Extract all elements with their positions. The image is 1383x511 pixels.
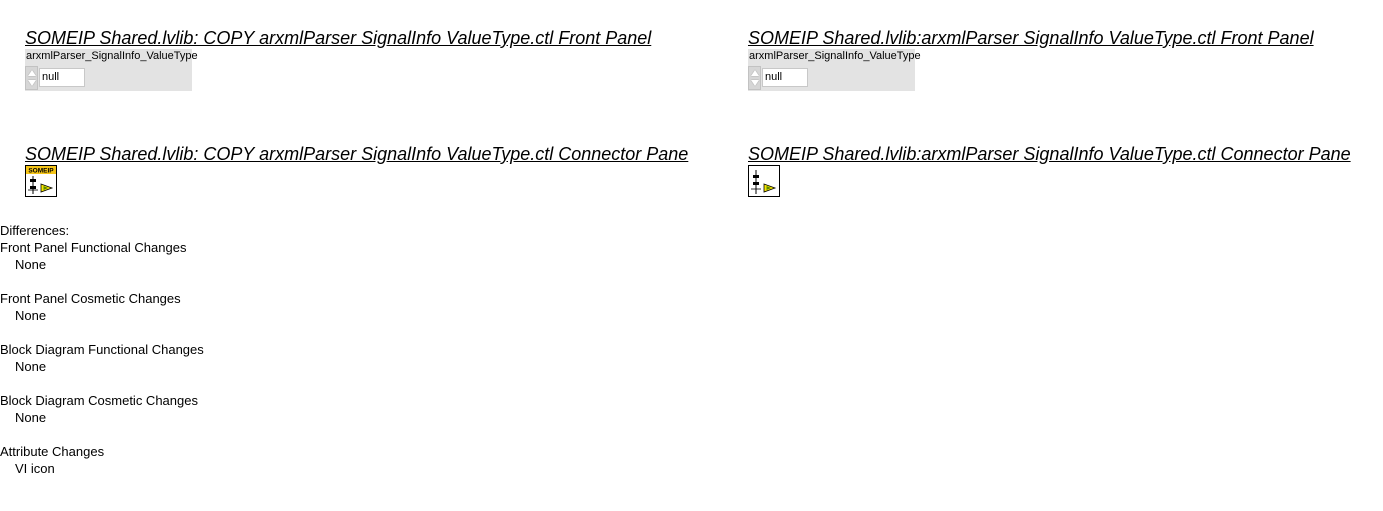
left-front-panel-title: SOMEIP Shared.lvlib: COPY arxmlParser Si… [25, 28, 652, 48]
right-connector-pane-title: SOMEIP Shared.lvlib:arxmlParser SignalIn… [748, 144, 1351, 164]
left-increment-decrement-spinner[interactable] [25, 66, 38, 90]
icon-banner-text: SOMEIP [28, 168, 54, 175]
right-increment-decrement-spinner[interactable] [748, 66, 761, 90]
diff-section-value: None [15, 359, 47, 374]
right-front-panel: arxmlParser_SignalInfo_ValueType null [748, 49, 921, 91]
right-front-panel-title: SOMEIP Shared.lvlib:arxmlParser SignalIn… [748, 28, 1314, 48]
diff-section-value: VI icon [15, 461, 55, 476]
left-front-panel: arxmlParser_SignalInfo_ValueType null [25, 49, 198, 91]
left-control-value[interactable]: null [39, 68, 85, 87]
diff-section-title: Front Panel Functional Changes [0, 240, 187, 255]
diff-section-value: None [15, 257, 47, 272]
left-control-label: arxmlParser_SignalInfo_ValueType [26, 50, 198, 62]
diff-section-title: Front Panel Cosmetic Changes [0, 291, 181, 306]
spin-down-arrow-icon[interactable] [751, 80, 759, 86]
left-connector-pane-title: SOMEIP Shared.lvlib: COPY arxmlParser Si… [25, 144, 689, 164]
diff-section-value: None [15, 308, 47, 323]
right-control-label: arxmlParser_SignalInfo_ValueType [749, 50, 921, 62]
spin-down-arrow-icon[interactable] [28, 80, 36, 86]
diff-section-title: Block Diagram Functional Changes [0, 342, 204, 357]
spin-up-arrow-icon[interactable] [751, 70, 759, 76]
diff-section-title: Block Diagram Cosmetic Changes [0, 393, 198, 408]
diff-section-value: None [15, 410, 47, 425]
right-vi-icon [748, 165, 780, 197]
right-control-value[interactable]: null [762, 68, 808, 87]
left-vi-icon: SOMEIP [25, 165, 57, 197]
spin-up-arrow-icon[interactable] [28, 70, 36, 76]
diff-section-title: Attribute Changes [0, 444, 105, 459]
differences-heading: Differences: [0, 223, 70, 238]
